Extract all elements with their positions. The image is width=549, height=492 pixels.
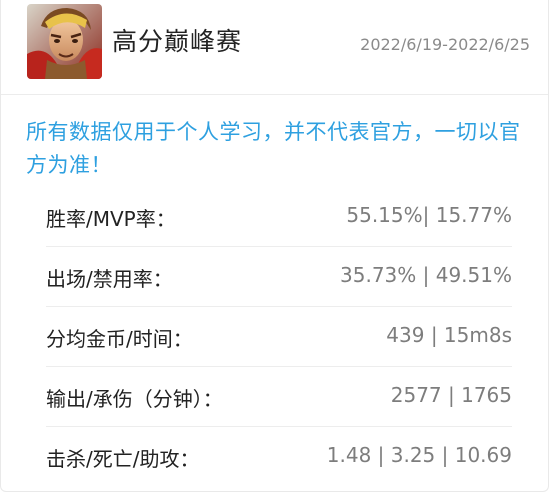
- stat-value: 55.15%| 15.77%: [346, 203, 512, 227]
- stat-row-gold-time: 分均金币/时间： 439 | 15m8s: [46, 307, 512, 367]
- stat-row-winrate: 胜率/MVP率： 55.15%| 15.77%: [46, 187, 512, 247]
- stats-list: 胜率/MVP率： 55.15%| 15.77% 出场/禁用率： 35.73% |…: [46, 187, 512, 487]
- stat-value: 439 | 15m8s: [386, 323, 512, 347]
- stat-label: 分均金币/时间：: [46, 327, 193, 351]
- stat-value: 35.73% | 49.51%: [340, 263, 512, 287]
- stat-value: 1.48 | 3.25 | 10.69: [326, 443, 512, 467]
- page-title: 高分巅峰赛: [112, 27, 243, 56]
- stat-label: 出场/禁用率：: [46, 267, 173, 291]
- stat-row-pick-ban: 出场/禁用率： 35.73% | 49.51%: [46, 247, 512, 307]
- stat-row-kda: 击杀/死亡/助攻： 1.48 | 3.25 | 10.69: [46, 427, 512, 487]
- stat-row-damage: 输出/承伤（分钟）： 2577 | 1765: [46, 367, 512, 427]
- hero-portrait-icon: [27, 4, 102, 79]
- stat-label: 输出/承伤（分钟）：: [46, 387, 223, 411]
- hero-avatar[interactable]: [27, 4, 102, 79]
- stat-label: 胜率/MVP率：: [46, 207, 176, 231]
- date-range: 2022/6/19-2022/6/25: [360, 35, 530, 54]
- hero-stats-card: 高分巅峰赛 2022/6/19-2022/6/25 所有数据仅用于个人学习，并不…: [0, 0, 549, 492]
- card-header: 高分巅峰赛 2022/6/19-2022/6/25: [1, 0, 548, 95]
- disclaimer-notice: 所有数据仅用于个人学习，并不代表官方，一切以官方为准！: [26, 120, 521, 177]
- stat-label: 击杀/死亡/助攻：: [46, 447, 200, 471]
- stat-value: 2577 | 1765: [390, 383, 512, 407]
